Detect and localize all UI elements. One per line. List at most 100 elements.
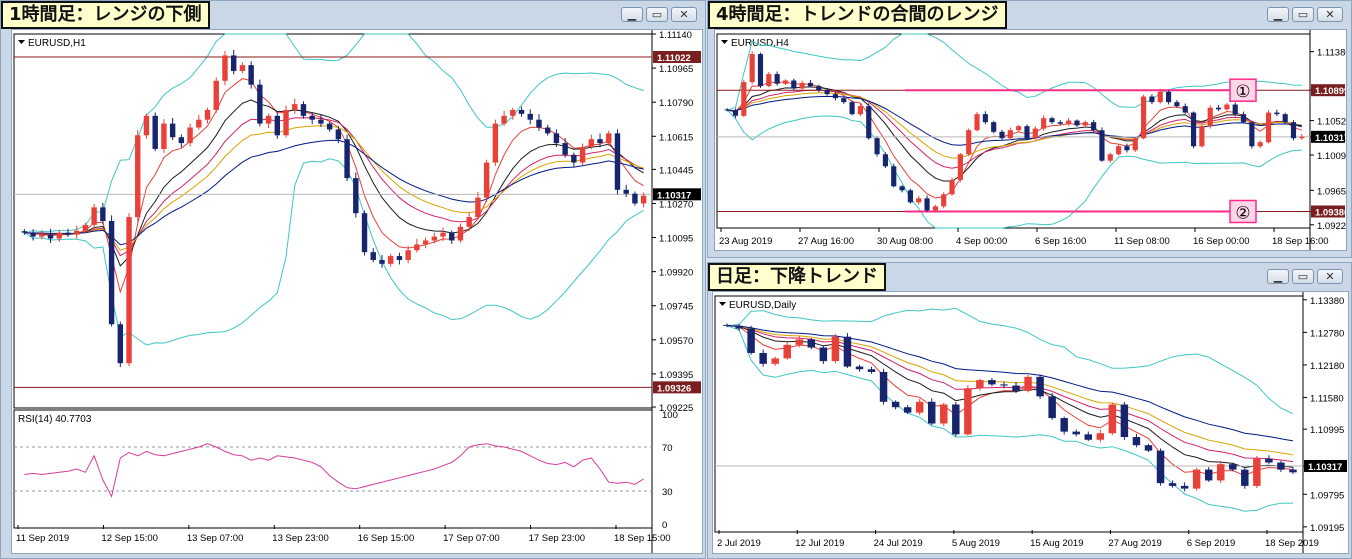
candle-body <box>791 80 797 89</box>
candle-body <box>735 325 743 329</box>
y-tick-label: 1.09920 <box>659 268 693 279</box>
symbol-dropdown-icon <box>721 40 728 44</box>
chart-symbol-label: EURUSD,Daily <box>729 300 796 311</box>
candle-body <box>783 344 791 359</box>
daily-chart-window[interactable]: 日足：下降トレンド ▁ ▭ ✕ EURUSD,Daily 1.13380 1.127… <box>707 262 1352 559</box>
candle-body <box>1012 385 1020 391</box>
candle-body <box>849 102 855 115</box>
candle-body <box>1066 120 1072 124</box>
h4-close-button[interactable]: ✕ <box>1317 7 1343 22</box>
candle-body <box>396 256 403 260</box>
y-tick-label: 1.12780 <box>1310 328 1344 339</box>
h1-close-button[interactable]: ✕ <box>671 7 697 22</box>
candle-body <box>1204 469 1213 481</box>
h4-chart-area[interactable]: EURUSD,H4 1.11380 1.10899 1.10520 1.10317 1.1… <box>714 29 1347 251</box>
y-tick-label: 1.09395 <box>659 370 693 381</box>
candle-body <box>335 129 342 140</box>
range-marker-label: ② <box>1235 203 1250 223</box>
candle-body <box>907 190 913 203</box>
x-tick-label: 17 Sep 23:00 <box>529 533 586 544</box>
daily-close-button[interactable]: ✕ <box>1317 269 1343 284</box>
rsi-tick-label: 70 <box>662 443 673 454</box>
candle-body <box>1041 118 1047 129</box>
bollinger-lower-band <box>726 325 1294 512</box>
chart-symbol-label: EURUSD,H4 <box>731 38 789 49</box>
price-label-text: 1.10317 <box>1315 133 1346 144</box>
candle-body <box>405 250 411 260</box>
x-tick-label: 18 Sep 16:00 <box>1272 236 1329 247</box>
h4-restore-button[interactable]: ▭ <box>1292 7 1314 22</box>
candle-body <box>1116 146 1122 155</box>
candle-body <box>1265 112 1272 143</box>
candle-body <box>30 232 36 237</box>
candle-body <box>957 154 963 180</box>
bollinger-upper-band <box>24 33 644 234</box>
close-icon: ✕ <box>679 8 689 21</box>
h1-minimize-button[interactable]: ▁ <box>621 7 643 22</box>
candle-body <box>949 179 955 195</box>
rsi-frame <box>13 409 653 529</box>
candle-body <box>449 232 455 241</box>
daily-minimize-button[interactable]: ▁ <box>1267 269 1289 284</box>
x-tick-label: 27 Aug 2019 <box>1108 538 1161 549</box>
moving-average-line <box>726 325 1294 477</box>
candle-body <box>732 110 739 116</box>
x-tick-label: 11 Sep 08:00 <box>1114 236 1170 247</box>
minimize-icon: ▁ <box>1273 8 1283 21</box>
x-tick-label: 16 Sep 00:00 <box>1193 236 1250 247</box>
bollinger-upper-band <box>727 33 1302 111</box>
y-tick-label: 1.10095 <box>659 234 693 245</box>
candle-body <box>588 139 595 147</box>
candle-body <box>1084 434 1093 440</box>
candle-body <box>927 401 936 424</box>
candle-body <box>843 336 852 367</box>
candle-body <box>117 324 124 364</box>
y-tick-label: 1.10615 <box>659 132 693 143</box>
h1-titlebar[interactable]: 1時間足：レンジの下側 ▁ ▭ ✕ <box>1 1 705 31</box>
candle-body <box>1032 128 1038 139</box>
h1-chart-area[interactable]: EURUSD,H1 1.11140 1.10965 1.10790 1.10615 1.1… <box>11 29 703 554</box>
candle-body <box>100 207 106 221</box>
candle-body <box>1107 154 1113 161</box>
candle-body <box>807 82 814 87</box>
candle-body <box>387 256 394 264</box>
candle-body <box>832 94 839 99</box>
candle-body <box>178 137 185 144</box>
moving-average-line <box>727 86 1302 182</box>
candle-body <box>1048 396 1056 419</box>
candle-body <box>135 135 141 218</box>
daily-titlebar[interactable]: 日足：下降トレンド ▁ ▭ ✕ <box>708 263 1351 293</box>
h4-chart-window[interactable]: 4時間足：トレンドの合間のレンジ ▁ ▭ ✕ EURUSD,H4 1.11380 1… <box>707 0 1352 258</box>
candle-body <box>782 80 789 84</box>
x-tick-label: 16 Sep 15:00 <box>358 533 415 544</box>
candle-body <box>544 127 551 134</box>
y-tick-label: 1.09745 <box>659 302 693 313</box>
candle-body <box>527 113 533 120</box>
candle-body <box>248 65 254 85</box>
y-tick-label: 1.12180 <box>1310 361 1344 372</box>
candle-body <box>483 162 490 198</box>
price-label-text: 1.10317 <box>1308 462 1342 473</box>
candle-body <box>966 130 972 155</box>
daily-chart-svg[interactable]: EURUSD,Daily 1.13380 1.12780 1.12180 1.11580… <box>713 292 1348 553</box>
price-label-text: 1.10899 <box>1315 86 1346 97</box>
daily-chart-area[interactable]: EURUSD,Daily 1.13380 1.12780 1.12180 1.11580… <box>712 291 1349 554</box>
h1-chart-window[interactable]: 1時間足：レンジの下側 ▁ ▭ ✕ EURUSD,H1 1.11140 1.1096… <box>0 0 706 559</box>
y-tick-label: 1.11380 <box>1317 48 1346 59</box>
h4-chart-svg[interactable]: EURUSD,H4 1.11380 1.10899 1.10520 1.10317 1.1… <box>715 30 1346 250</box>
candle-body <box>353 178 359 214</box>
candle-body <box>1096 433 1105 440</box>
h4-minimize-button[interactable]: ▁ <box>1267 7 1289 22</box>
candle-body <box>857 106 864 115</box>
candle-body <box>492 123 499 163</box>
daily-restore-button[interactable]: ▭ <box>1292 269 1314 284</box>
h1-chart-svg[interactable]: EURUSD,H1 1.11140 1.10965 1.10790 1.10615 1.1… <box>12 30 702 553</box>
h4-titlebar[interactable]: 4時間足：トレンドの合間のレンジ ▁ ▭ ✕ <box>708 1 1351 31</box>
h1-restore-button[interactable]: ▭ <box>646 7 668 22</box>
candle-body <box>606 133 612 144</box>
candle-body <box>1132 437 1141 446</box>
x-tick-label: 24 Jul 2019 <box>874 538 923 549</box>
candle-body <box>774 74 780 84</box>
candle-body <box>891 166 897 187</box>
candle-body <box>940 404 948 424</box>
